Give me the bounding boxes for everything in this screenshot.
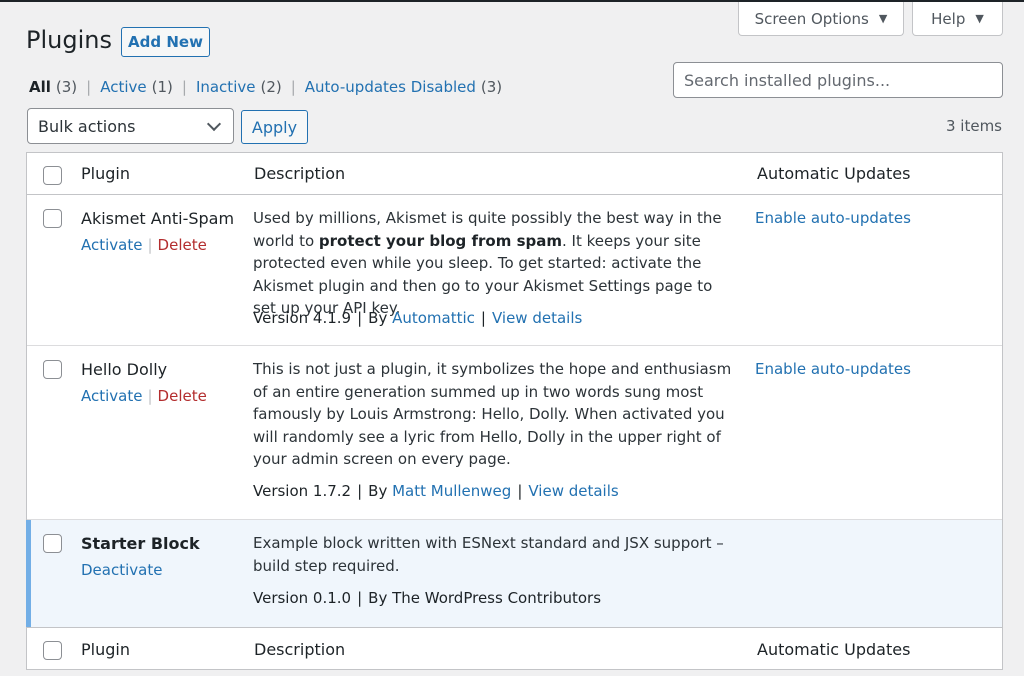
add-new-button[interactable]: Add New	[121, 27, 210, 57]
screen-options-button[interactable]: Screen Options ▼	[738, 2, 904, 36]
bulk-actions-value: Bulk actions	[38, 116, 136, 136]
activate-link[interactable]: Activate	[81, 236, 142, 254]
enable-auto-updates-link[interactable]: Enable auto-updates	[755, 209, 911, 227]
column-footer-plugin: Plugin	[81, 639, 130, 659]
table-header: Plugin Description Automatic Updates	[27, 153, 1002, 195]
delete-link[interactable]: Delete	[158, 236, 207, 254]
filter-all[interactable]: All (3)	[29, 78, 77, 96]
apply-button[interactable]: Apply	[241, 110, 308, 144]
plugin-version-line: Version 1.7.2 | By Matt Mullenweg | View det…	[253, 482, 619, 500]
column-header-plugin: Plugin	[81, 164, 130, 183]
filter-all-label: All	[29, 78, 51, 96]
enable-auto-updates-link[interactable]: Enable auto-updates	[755, 360, 911, 378]
by-label: By	[368, 589, 388, 607]
filter-active-count: (1)	[151, 78, 173, 96]
plugin-row-hello-dolly: Hello Dolly Activate | Delete This is not …	[27, 346, 1002, 520]
description-text: Example block written with ESNext standa…	[253, 534, 724, 575]
view-details-link[interactable]: View details	[492, 309, 582, 327]
filter-inactive-label[interactable]: Inactive	[196, 78, 256, 96]
plugin-version: Version 1.7.2	[253, 482, 352, 500]
plugin-description: This is not just a plugin, it symbolizes…	[253, 358, 739, 471]
select-all-checkbox[interactable]	[43, 166, 62, 185]
plugin-version: Version 4.1.9	[253, 309, 352, 327]
column-header-description: Description	[254, 164, 346, 183]
plugin-version-line: Version 4.1.9 | By Automattic | View details	[253, 309, 582, 327]
by-label: By	[368, 309, 388, 327]
help-button[interactable]: Help ▼	[912, 2, 1003, 36]
plugin-status-filters: All (3) | Active (1) | Inactive (2) | Auto-…	[29, 78, 502, 96]
author-link[interactable]: Matt Mullenweg	[392, 482, 511, 500]
view-details-link[interactable]: View details	[528, 482, 618, 500]
column-footer-automatic-updates: Automatic Updates	[757, 639, 911, 659]
row-actions: Activate | Delete	[81, 387, 207, 405]
caret-down-icon: ▼	[878, 12, 888, 25]
help-label: Help	[931, 9, 966, 28]
filter-active[interactable]: Active (1)	[100, 78, 173, 96]
plugin-row-akismet: Akismet Anti-Spam Activate | Delete Used b…	[27, 195, 1002, 346]
delete-link[interactable]: Delete	[158, 387, 207, 405]
filter-auto-updates-disabled-count: (3)	[480, 78, 503, 96]
search-plugins-input[interactable]	[673, 62, 1003, 98]
row-checkbox[interactable]	[43, 209, 62, 228]
filter-separator: |	[181, 78, 187, 96]
filter-inactive-count: (2)	[260, 78, 282, 96]
select-all-checkbox-footer[interactable]	[43, 641, 62, 660]
action-separator: |	[147, 236, 153, 254]
row-actions: Deactivate	[81, 561, 162, 579]
author-link[interactable]: Automattic	[392, 309, 475, 327]
column-header-automatic-updates: Automatic Updates	[757, 164, 911, 183]
column-footer-description: Description	[254, 639, 346, 659]
row-checkbox[interactable]	[43, 360, 62, 379]
table-footer: Plugin Description Automatic Updates	[27, 627, 1002, 670]
filter-auto-updates-disabled-label[interactable]: Auto-updates Disabled	[305, 78, 476, 96]
filter-separator: |	[290, 78, 296, 96]
plugin-name: Hello Dolly	[81, 360, 168, 379]
row-checkbox[interactable]	[43, 534, 62, 553]
filter-separator: |	[86, 78, 92, 96]
version-separator: |	[357, 482, 363, 500]
plugin-version: Version 0.1.0	[253, 589, 352, 607]
page-title: Plugins	[26, 26, 112, 54]
version-separator: |	[357, 589, 363, 607]
bulk-actions-select[interactable]: Bulk actions	[27, 108, 234, 144]
plugin-description: Example block written with ESNext standa…	[253, 532, 739, 577]
caret-down-icon: ▼	[975, 12, 984, 25]
author-name: The WordPress Contributors	[392, 589, 602, 607]
plugin-row-starter-block: Starter Block Deactivate Example block w…	[26, 520, 1002, 627]
activate-link[interactable]: Activate	[81, 387, 142, 405]
version-separator: |	[480, 309, 486, 327]
by-label: By	[368, 482, 388, 500]
version-separator: |	[357, 309, 363, 327]
row-actions: Activate | Delete	[81, 236, 207, 254]
filter-auto-updates-disabled[interactable]: Auto-updates Disabled (3)	[305, 78, 502, 96]
screen-options-label: Screen Options	[754, 9, 869, 28]
chevron-down-icon	[206, 116, 222, 131]
description-text: This is not just a plugin, it symbolizes…	[253, 360, 732, 469]
filter-active-label[interactable]: Active	[100, 78, 146, 96]
deactivate-link[interactable]: Deactivate	[81, 561, 162, 579]
filter-all-count: (3)	[55, 78, 78, 96]
plugins-table: Plugin Description Automatic Updates Aki…	[26, 152, 1003, 670]
plugin-version-line: Version 0.1.0 | By The WordPress Contribut…	[253, 589, 601, 607]
version-separator: |	[517, 482, 523, 500]
plugin-description: Used by millions, Akismet is quite possi…	[253, 207, 739, 320]
filter-inactive[interactable]: Inactive (2)	[196, 78, 282, 96]
plugin-name: Starter Block	[81, 534, 200, 553]
items-count: 3 items	[945, 117, 1002, 135]
action-separator: |	[147, 387, 153, 405]
plugin-name: Akismet Anti-Spam	[81, 209, 235, 228]
description-emphasis: protect your blog from spam	[318, 231, 562, 250]
